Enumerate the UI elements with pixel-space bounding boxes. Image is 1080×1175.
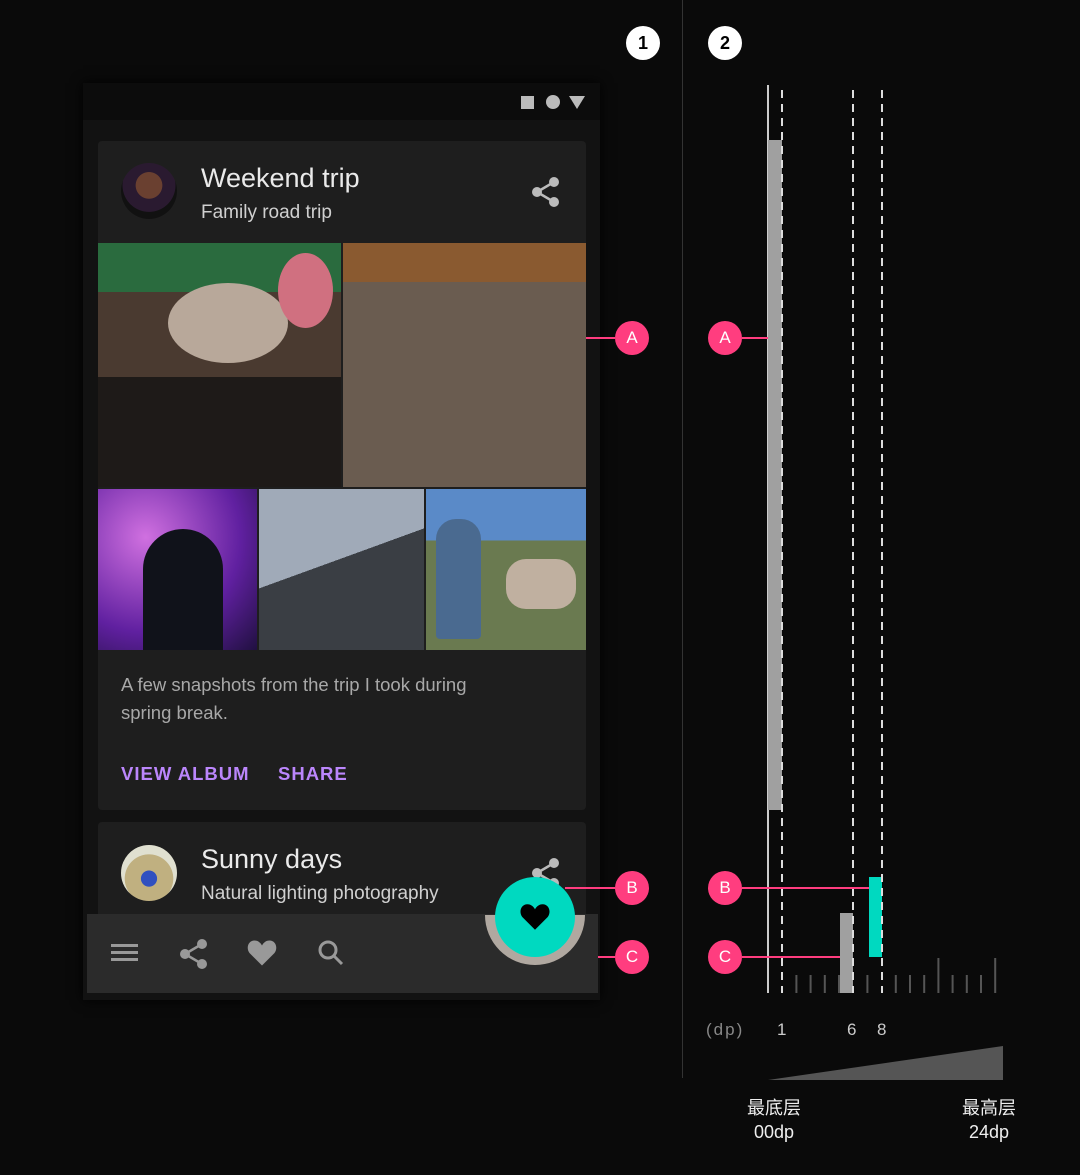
layer-c-bar bbox=[840, 913, 853, 993]
lowest-layer-label: 最底层 bbox=[747, 1098, 801, 1118]
elevation-diagram bbox=[565, 85, 1003, 1080]
marker-a: A bbox=[615, 321, 649, 355]
tick-label: 6 bbox=[847, 1020, 857, 1039]
highest-layer-value: 24dp bbox=[968, 1122, 1010, 1142]
marker-c: C bbox=[708, 940, 742, 974]
layer-b-bar bbox=[869, 877, 882, 957]
tick-label: 8 bbox=[877, 1020, 887, 1039]
marker-c: C bbox=[615, 940, 649, 974]
tick-label: 1 bbox=[777, 1020, 787, 1039]
marker-b: B bbox=[615, 871, 649, 905]
unit-label: (dp) bbox=[706, 1020, 745, 1039]
elevation-ramp bbox=[768, 1046, 1003, 1080]
highest-layer-label: 最高层 bbox=[962, 1098, 1016, 1118]
lowest-layer-value: 00dp bbox=[753, 1122, 795, 1142]
marker-b: B bbox=[708, 871, 742, 905]
marker-a: A bbox=[708, 321, 742, 355]
layer-a-bar bbox=[768, 140, 782, 810]
